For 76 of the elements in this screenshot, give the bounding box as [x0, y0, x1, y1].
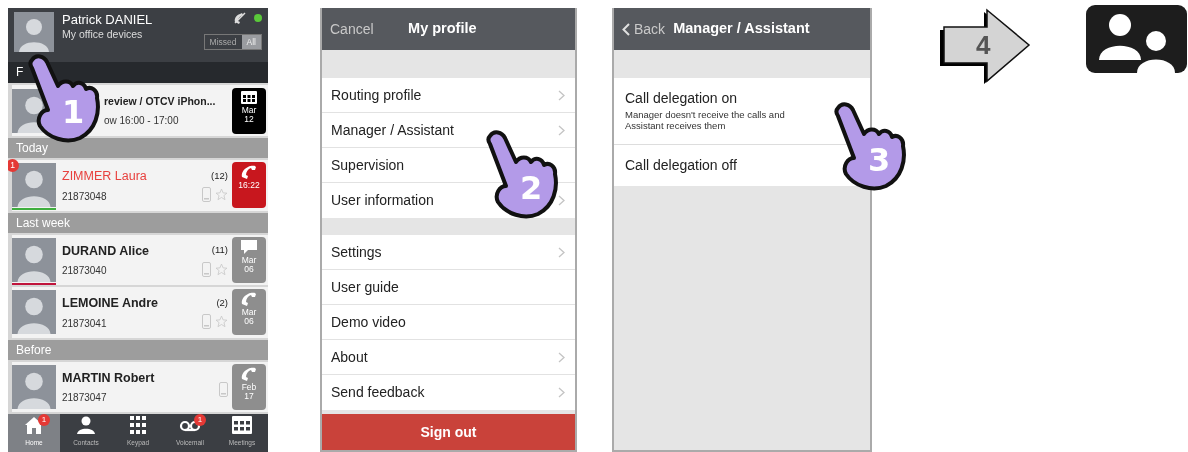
contact-name: ZIMMER Laura [62, 167, 148, 185]
step-number: 3 [868, 144, 891, 176]
avatar-icon [12, 290, 56, 335]
avatar-icon [14, 12, 54, 52]
section-header: Before [8, 339, 268, 360]
date-text: Mar [240, 255, 258, 265]
menu-label: About [331, 347, 368, 367]
call-count: (2) [216, 295, 228, 310]
step-number: 4 [976, 30, 991, 60]
mobile-phone-icon [219, 381, 228, 397]
unread-badge: 1 [8, 159, 19, 173]
user-name: Patrick DANIEL [62, 12, 154, 27]
sign-out-button[interactable]: Sign out [322, 414, 575, 450]
contact-detail: 21873041 [62, 316, 108, 331]
menu-label: Supervision [331, 155, 405, 175]
menu-label: Send feedback [331, 383, 425, 402]
call-count: (12) [211, 168, 228, 183]
contact-detail: ow 16:00 - 17:00 [104, 113, 180, 128]
menu-label: User guide [331, 277, 399, 297]
back-chevron-icon [622, 22, 630, 36]
section-header: Last week [8, 212, 268, 233]
list-row[interactable]: MARTIN Robert 21873047 Feb 17 [12, 361, 268, 413]
calendar-icon [241, 90, 257, 104]
date-text: Mar [240, 105, 258, 115]
star-icon[interactable] [215, 315, 228, 329]
phone-icon [241, 165, 257, 180]
screen-title: Manager / Assistant [673, 19, 810, 39]
star-icon[interactable] [215, 262, 228, 276]
date-text: 16:22 [237, 181, 261, 191]
contact-name: LEMOINE Andre [62, 295, 160, 313]
user-status: My office devices [62, 27, 144, 42]
avatar-icon [12, 237, 56, 282]
avatar-icon [12, 365, 56, 410]
date-text: 17 [243, 392, 255, 402]
cancel-link[interactable]: Cancel [330, 18, 374, 40]
filter-toggle[interactable]: Missed [204, 35, 242, 49]
menu-label: User information [331, 191, 434, 210]
notification-badge: 1 [194, 414, 206, 427]
mobile-phone-icon [202, 186, 211, 202]
date-text: 12 [243, 114, 255, 124]
date-text: 06 [243, 317, 255, 327]
section-header: Today [8, 138, 268, 158]
notification-badge: 1 [38, 414, 50, 427]
list-row[interactable]: LEMOINE Andre 21873041 (2) Mar 06 [12, 287, 268, 338]
contact-name: DURAND Alice [62, 242, 151, 260]
list-row[interactable]: DURAND Alice 21873040 (11) Mar 06 [12, 234, 268, 286]
mobile-phone-icon [202, 261, 211, 277]
speech-bubble-icon [241, 239, 257, 254]
date-text: Mar [240, 308, 258, 318]
contact-detail: 21873047 [62, 391, 108, 406]
contact-name: MARTIN Robert [62, 369, 156, 387]
contact-name: review / OTCV iPhon... [104, 93, 217, 109]
menu-label: Settings [331, 242, 382, 262]
call-count: (11) [211, 243, 228, 258]
option-item[interactable]: Call delegation off [625, 153, 737, 178]
person-icon [76, 416, 96, 435]
arrow-icon [938, 8, 1032, 86]
option-label: Call delegation on [625, 89, 739, 108]
step-number: 1 [62, 96, 85, 128]
menu-label: Manager / Assistant [331, 120, 454, 140]
date-text: 06 [243, 264, 255, 274]
date-text: Feb [240, 383, 258, 393]
phone-icon [241, 292, 257, 307]
menu-label: Routing profile [331, 85, 422, 105]
star-icon[interactable] [215, 187, 228, 201]
option-item[interactable]: Call delegation on Manager doesn't receive the calls and Assistant receives them [625, 86, 821, 133]
menu-label: Demo video [331, 312, 406, 332]
contact-detail: 21873048 [62, 189, 108, 204]
keypad-icon [128, 416, 148, 435]
contact-detail: 21873040 [62, 264, 108, 279]
mobile-phone-icon [202, 314, 211, 330]
back-link[interactable]: Back [622, 18, 666, 40]
option-description: Manager doesn't receive the calls and Assistant receives them [625, 109, 786, 131]
screen-title: My profile [408, 19, 477, 39]
avatar-icon [12, 163, 56, 208]
phone-icon [241, 367, 257, 382]
